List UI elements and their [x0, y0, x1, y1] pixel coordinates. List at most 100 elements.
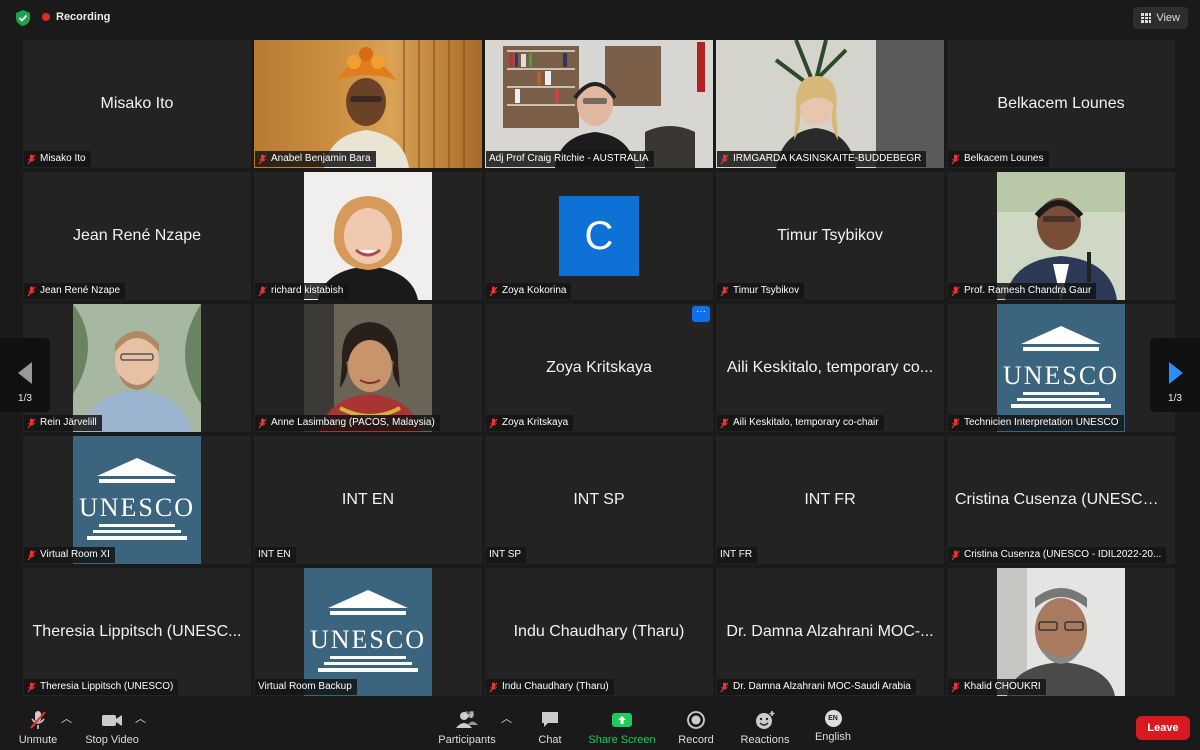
participant-name-label: Zoya Kokorina	[486, 283, 572, 299]
page-indicator: 1/3	[18, 393, 32, 404]
participant-name-label: Belkacem Lounes	[948, 151, 1049, 167]
participants-options-caret[interactable]: ︿	[501, 710, 512, 726]
participant-tile[interactable]: UNESCO Virtual Room XI	[23, 436, 251, 564]
participant-tile[interactable]: Timur Tsybikov Timur Tsybikov	[716, 172, 944, 300]
participant-name-label: Virtual Room XI	[24, 547, 115, 563]
participant-tile[interactable]: Dr. Damna Alzahrani MOC-... Dr. Damna Al…	[716, 568, 944, 696]
mic-muted-icon	[258, 286, 267, 296]
participant-tile[interactable]: IRMGARDA KASINSKAITE-BUDDEBEGR	[716, 40, 944, 168]
mic-muted-icon	[27, 550, 36, 560]
mic-muted-icon	[951, 418, 960, 428]
record-label: Record	[678, 734, 714, 746]
next-page-button[interactable]: 1/3	[1150, 338, 1200, 412]
participant-photo	[304, 304, 432, 432]
participant-display-name: INT EN	[341, 491, 395, 508]
participant-name-label: INT SP	[486, 547, 527, 563]
participant-name-label: INT EN	[255, 547, 296, 563]
participant-name-label: Timur Tsybikov	[717, 283, 805, 299]
audio-options-caret[interactable]: ︿	[61, 710, 72, 726]
participant-name-label: Cristina Cusenza (UNESCO - IDIL2022-20..…	[948, 547, 1167, 563]
participants-button[interactable]: 67 Participants	[436, 710, 498, 746]
participant-avatar: C	[559, 196, 639, 276]
participant-display-name: Theresia Lippitsch (UNESC...	[32, 623, 242, 640]
meeting-toolbar: Unmute ︿ Stop Video ︿ 67 Participants ︿ …	[0, 702, 1200, 750]
participant-tile[interactable]: Khalid CHOUKRI	[947, 568, 1175, 696]
mic-muted-icon	[720, 154, 729, 164]
participant-name-label: Anne Lasimbang (PACOS, Malaysia)	[255, 415, 440, 431]
participant-tile[interactable]: INT FR INT FR	[716, 436, 944, 564]
top-bar: Recording View	[0, 0, 1200, 36]
view-label: View	[1156, 12, 1180, 24]
mic-muted-icon	[258, 418, 267, 428]
mic-muted-icon	[951, 154, 960, 164]
participant-name-label: Rein Järvelill	[24, 415, 102, 431]
mic-muted-icon	[27, 286, 36, 296]
record-button[interactable]: Record	[676, 710, 716, 746]
participant-display-name: Jean René Nzape	[72, 227, 202, 244]
share-screen-label: Share Screen	[588, 734, 656, 746]
participant-display-name: Zoya Kritskaya	[546, 359, 652, 376]
participant-tile[interactable]: Prof. Ramesh Chandra Gaur	[947, 172, 1175, 300]
language-interpretation-button[interactable]: EN English	[812, 710, 854, 743]
mic-muted-icon	[720, 682, 729, 692]
participant-tile[interactable]: Misako Ito Misako Ito	[23, 40, 251, 168]
mic-muted-icon	[951, 286, 960, 296]
video-gallery: Misako Ito Misako Ito Anabel Benjamin Ba…	[23, 40, 1177, 699]
participant-name-label: richard kistabish	[255, 283, 349, 299]
previous-page-button[interactable]: 1/3	[0, 338, 50, 412]
mic-muted-icon	[720, 418, 729, 428]
recording-indicator[interactable]: Recording	[42, 11, 110, 23]
participants-label: Participants	[438, 734, 496, 746]
participant-tile[interactable]: ··· Zoya Kritskaya Zoya Kritskaya	[485, 304, 713, 432]
leave-meeting-button[interactable]: Leave	[1136, 716, 1190, 740]
participant-tile[interactable]: Aili Keskitalo, temporary co... Aili Kes…	[716, 304, 944, 432]
video-options-caret[interactable]: ︿	[135, 710, 146, 726]
reactions-label: Reactions	[740, 734, 790, 746]
participant-tile[interactable]: UNESCO Technicien Interpretation UNESCO	[947, 304, 1175, 432]
participant-display-name: Timur Tsybikov	[777, 227, 883, 244]
mic-muted-icon	[720, 286, 729, 296]
participant-video	[254, 40, 482, 168]
participant-name-label: Adj Prof Craig Ritchie - AUSTRALIA	[486, 151, 654, 167]
participant-display-name: Cristina Cusenza (UNESCO...	[955, 491, 1169, 508]
participant-name-label: Theresia Lippitsch (UNESCO)	[24, 679, 179, 695]
participant-tile[interactable]: Jean René Nzape Jean René Nzape	[23, 172, 251, 300]
participant-name-label: Zoya Kritskaya	[486, 415, 574, 431]
participant-tile[interactable]: Belkacem Lounes Belkacem Lounes	[947, 40, 1175, 168]
view-button[interactable]: View	[1133, 7, 1188, 29]
participant-name-label: Prof. Ramesh Chandra Gaur	[948, 283, 1097, 299]
participant-tile-active-speaker[interactable]: Adj Prof Craig Ritchie - AUSTRALIA	[485, 40, 713, 168]
unmute-button[interactable]: Unmute	[18, 710, 58, 746]
share-screen-button[interactable]: Share Screen	[588, 710, 656, 746]
participant-name-label: Virtual Room Backup	[255, 679, 357, 695]
unesco-logo-image: UNESCO	[73, 436, 201, 564]
participant-tile[interactable]: INT SP INT SP	[485, 436, 713, 564]
participant-tile[interactable]: Cristina Cusenza (UNESCO... Cristina Cus…	[947, 436, 1175, 564]
unesco-logo-text: UNESCO	[1003, 361, 1119, 390]
more-options-button[interactable]: ···	[692, 306, 710, 322]
stop-video-button[interactable]: Stop Video	[84, 710, 140, 746]
reactions-button[interactable]: Reactions	[738, 710, 792, 746]
participant-name-label: Technicien Interpretation UNESCO	[948, 415, 1124, 431]
participant-tile[interactable]: Anne Lasimbang (PACOS, Malaysia)	[254, 304, 482, 432]
participant-tile[interactable]: Rein Järvelill	[23, 304, 251, 432]
participants-count: 67	[464, 710, 475, 720]
participant-name-label: Dr. Damna Alzahrani MOC-Saudi Arabia	[717, 679, 916, 695]
chat-bubble-icon	[542, 712, 558, 727]
participant-name-label: Anabel Benjamin Bara	[255, 151, 376, 167]
chat-button[interactable]: Chat	[532, 710, 568, 746]
mic-muted-icon	[489, 286, 498, 296]
unmute-label: Unmute	[18, 734, 58, 746]
stop-video-label: Stop Video	[85, 734, 139, 746]
participant-tile[interactable]: Indu Chaudhary (Tharu) Indu Chaudhary (T…	[485, 568, 713, 696]
participant-tile[interactable]: Anabel Benjamin Bara	[254, 40, 482, 168]
participant-tile[interactable]: UNESCO Virtual Room Backup	[254, 568, 482, 696]
participant-display-name: Aili Keskitalo, temporary co...	[726, 359, 934, 376]
participant-tile[interactable]: INT EN INT EN	[254, 436, 482, 564]
security-shield-icon[interactable]	[14, 9, 32, 27]
participant-tile[interactable]: C Zoya Kokorina	[485, 172, 713, 300]
participant-tile[interactable]: Theresia Lippitsch (UNESC... Theresia Li…	[23, 568, 251, 696]
participant-display-name: Dr. Damna Alzahrani MOC-...	[726, 623, 934, 640]
participant-name-label: Khalid CHOUKRI	[948, 679, 1046, 695]
participant-tile[interactable]: richard kistabish	[254, 172, 482, 300]
